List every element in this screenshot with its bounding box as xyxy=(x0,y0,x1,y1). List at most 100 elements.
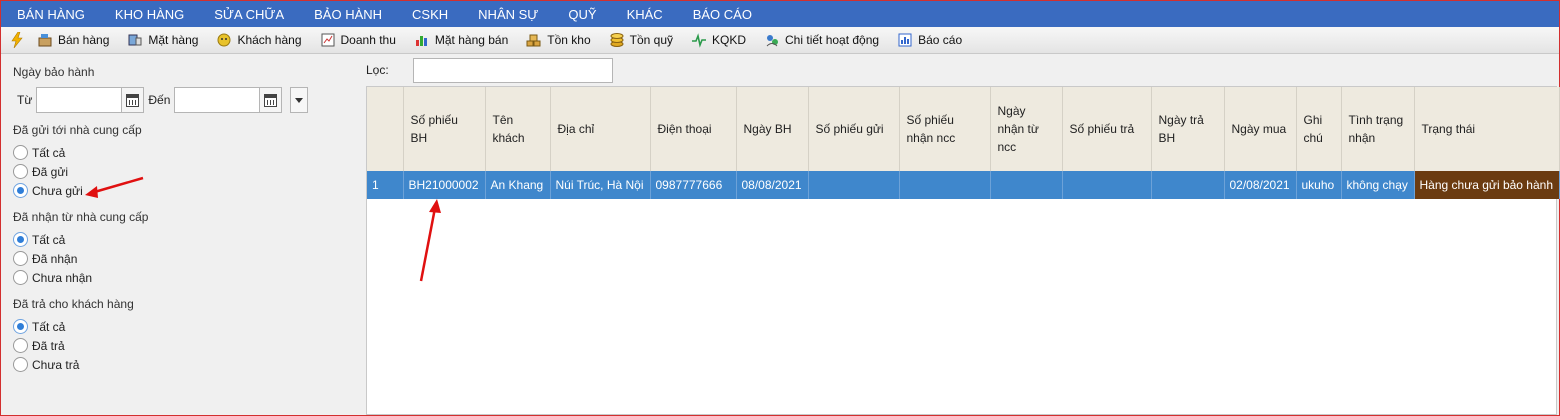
column-header-2[interactable]: Tên khách xyxy=(485,87,551,171)
received-option-1[interactable]: Đã nhận xyxy=(13,249,366,268)
table-row[interactable]: 1 BH21000002 An Khang Núi Trúc, Hà Nội 09877… xyxy=(367,171,1560,199)
column-header-14[interactable]: Trạng thái xyxy=(1414,87,1560,171)
date-preset-dropdown[interactable] xyxy=(290,87,309,113)
radio-label: Tất cả xyxy=(32,232,66,247)
column-header-1[interactable]: Số phiếu BH xyxy=(403,87,486,171)
from-date-input[interactable] xyxy=(36,87,123,113)
table-header-row: Số phiếu BH Tên khách Địa chỉ Điện thoại Ngà… xyxy=(367,87,1560,171)
radio-button[interactable] xyxy=(13,357,28,372)
toolbar-product-button[interactable]: Mặt hàng xyxy=(127,32,198,48)
column-header-6[interactable]: Số phiếu gửi xyxy=(808,87,900,171)
column-header-10[interactable]: Ngày trả BH xyxy=(1151,87,1225,171)
toolbar-chart-button[interactable]: Mặt hàng bán xyxy=(414,32,508,48)
to-calendar-button[interactable] xyxy=(260,87,283,113)
radio-button[interactable] xyxy=(13,183,28,198)
radio-button[interactable] xyxy=(13,319,28,334)
column-header-3[interactable]: Địa chỉ xyxy=(550,87,651,171)
to-date-input[interactable] xyxy=(174,87,261,113)
menu-item-7[interactable]: KHÁC xyxy=(627,7,663,22)
report-icon xyxy=(897,32,913,48)
revenue-icon xyxy=(320,32,336,48)
filter-input[interactable] xyxy=(412,57,613,83)
toolbar-label: Mặt hàng bán xyxy=(434,33,509,47)
product-icon xyxy=(127,32,143,48)
returned-option-0[interactable]: Tất cả xyxy=(13,317,366,336)
calendar-icon xyxy=(264,93,278,107)
radio-button[interactable] xyxy=(13,145,28,160)
from-label: Từ xyxy=(17,93,33,107)
radio-button[interactable] xyxy=(13,251,28,266)
menu-item-1[interactable]: KHO HÀNG xyxy=(115,7,184,22)
radio-label: Tất cả xyxy=(32,319,66,334)
returned-option-1[interactable]: Đã trả xyxy=(13,336,366,355)
toolbar-coins-button[interactable]: Tồn quỹ xyxy=(609,32,673,48)
toolbar-cashier-button[interactable]: Bán hàng xyxy=(37,32,109,48)
toolbar-label: Tồn kho xyxy=(547,33,591,47)
menu-item-8[interactable]: BÁO CÁO xyxy=(693,7,752,22)
received-from-supplier-title: Đã nhận từ nhà cung cấp xyxy=(13,210,149,224)
bolt-icon[interactable] xyxy=(11,32,23,48)
cashier-icon xyxy=(37,32,53,48)
menu-item-2[interactable]: SỬA CHỮA xyxy=(214,7,284,22)
toolbar-label: Khách hàng xyxy=(237,33,302,47)
column-header-8[interactable]: Ngày nhận từ ncc xyxy=(990,87,1063,171)
returned-radio-group: Tất cả Đã trả Chưa trả xyxy=(13,317,366,374)
toolbar-report-button[interactable]: Báo cáo xyxy=(897,32,962,48)
received-radio-group: Tất cả Đã nhận Chưa nhận xyxy=(13,230,366,287)
sent-option-0[interactable]: Tất cả xyxy=(13,143,366,162)
toolbar-customer-button[interactable]: Khách hàng xyxy=(216,32,302,48)
toolbar-pulse-button[interactable]: KQKD xyxy=(691,32,746,48)
column-header-4[interactable]: Điện thoại xyxy=(650,87,737,171)
column-header-0[interactable] xyxy=(367,87,404,171)
received-option-0[interactable]: Tất cả xyxy=(13,230,366,249)
menu-item-4[interactable]: CSKH xyxy=(412,7,448,22)
radio-label: Đã trả xyxy=(32,338,65,353)
results-panel: Lọc: Số phiếu BH Tên khách Địa chỉ Điện tho… xyxy=(366,54,1560,415)
column-header-9[interactable]: Số phiếu trả xyxy=(1062,87,1152,171)
menu-item-3[interactable]: BẢO HÀNH xyxy=(314,7,382,22)
stock-icon xyxy=(526,32,542,48)
column-header-12[interactable]: Ghi chú xyxy=(1296,87,1342,171)
column-header-5[interactable]: Ngày BH xyxy=(736,87,809,171)
pulse-icon xyxy=(691,32,707,48)
radio-button[interactable] xyxy=(13,232,28,247)
table-cell: ukuho xyxy=(1296,171,1342,199)
radio-button[interactable] xyxy=(13,164,28,179)
column-header-13[interactable]: Tình trạng nhận xyxy=(1341,87,1415,171)
table-cell: An Khang xyxy=(485,171,551,199)
column-header-7[interactable]: Số phiếu nhận ncc xyxy=(899,87,991,171)
table-cell: 02/08/2021 xyxy=(1224,171,1297,199)
radio-button[interactable] xyxy=(13,270,28,285)
menu-item-5[interactable]: NHÂN SỰ xyxy=(478,7,538,22)
table-cell: 1 xyxy=(367,171,404,199)
table-cell xyxy=(899,171,991,199)
received-option-2[interactable]: Chưa nhận xyxy=(13,268,366,287)
sent-option-1[interactable]: Đã gửi xyxy=(13,162,366,181)
to-label: Đến xyxy=(148,93,171,107)
warranty-table: Số phiếu BH Tên khách Địa chỉ Điện thoại Ngà… xyxy=(366,86,1560,415)
sent-radio-group: Tất cả Đã gửi Chưa gửi xyxy=(13,143,366,200)
toolbar-revenue-button[interactable]: Doanh thu xyxy=(320,32,396,48)
table-cell: không chạy xyxy=(1341,171,1415,199)
radio-button[interactable] xyxy=(13,338,28,353)
toolbar-label: Báo cáo xyxy=(918,33,963,47)
toolbar-label: Bán hàng xyxy=(58,33,110,47)
sent-option-2[interactable]: Chưa gửi xyxy=(13,181,366,200)
menu-item-0[interactable]: BÁN HÀNG xyxy=(17,7,85,22)
radio-label: Tất cả xyxy=(32,145,66,160)
main-menu: BÁN HÀNG KHO HÀNG SỬA CHỮA BẢO HÀNH CSKH NHÂN… xyxy=(1,1,1559,27)
toolbar-stock-button[interactable]: Tồn kho xyxy=(526,32,591,48)
column-header-11[interactable]: Ngày mua xyxy=(1224,87,1297,171)
sent-to-supplier-title: Đã gửi tới nhà cung cấp xyxy=(13,123,142,137)
radio-label: Đã gửi xyxy=(32,164,69,179)
menu-item-6[interactable]: QUỸ xyxy=(568,7,596,22)
toolbar-activity-button[interactable]: Chi tiết hoạt động xyxy=(764,32,879,48)
table-cell xyxy=(1151,171,1225,199)
table-cell: Hàng chưa gửi bảo hành xyxy=(1414,171,1560,199)
toolbar-label: KQKD xyxy=(712,33,747,47)
from-calendar-button[interactable] xyxy=(122,87,145,113)
table-cell: Núi Trúc, Hà Nội xyxy=(550,171,651,199)
table-cell: 0987777666 xyxy=(650,171,737,199)
toolbar-label: Tồn quỹ xyxy=(629,33,673,47)
returned-option-2[interactable]: Chưa trả xyxy=(13,355,366,374)
